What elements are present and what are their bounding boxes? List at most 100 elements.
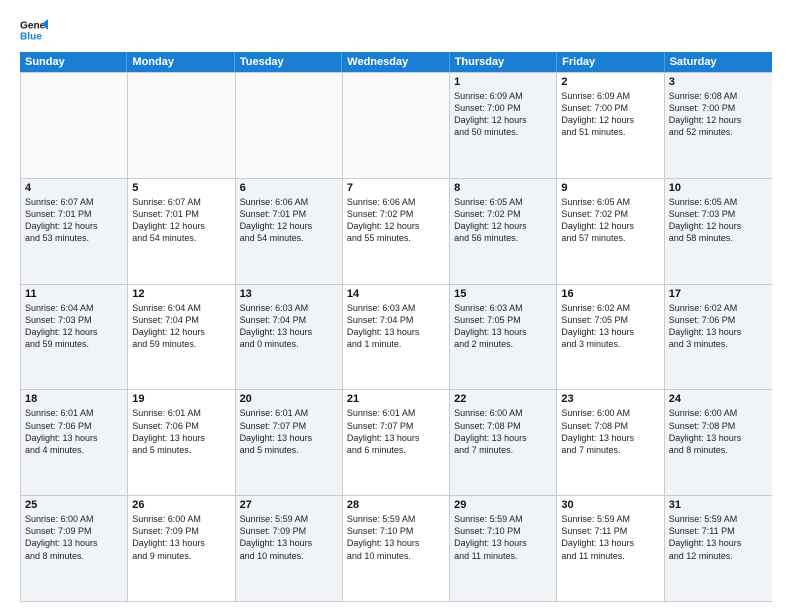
day-number: 15	[454, 288, 552, 300]
day-number: 28	[347, 499, 445, 511]
day-number: 24	[669, 393, 768, 405]
day-number: 6	[240, 182, 338, 194]
calendar-week-3: 11Sunrise: 6:04 AM Sunset: 7:03 PM Dayli…	[21, 284, 772, 390]
calendar-cell: 28 Sunrise: 5:59 AM Sunset: 7:10 PM Dayli…	[343, 496, 450, 601]
day-number: 10	[669, 182, 768, 194]
calendar-body: 1 Sunrise: 6:09 AM Sunset: 7:00 PM Daylig…	[20, 72, 772, 602]
calendar-cell: 27 Sunrise: 5:59 AM Sunset: 7:09 PM Dayli…	[236, 496, 343, 601]
calendar-week-2: 4 Sunrise: 6:07 AM Sunset: 7:01 PM Daylig…	[21, 178, 772, 284]
day-number: 2	[561, 76, 659, 88]
cell-info: Sunrise: 6:00 AM Sunset: 7:08 PM Dayligh…	[454, 407, 552, 456]
calendar-week-4: 18 Sunrise: 6:01 AM Sunset: 7:06 PM Dayli…	[21, 389, 772, 495]
day-number: 13	[240, 288, 338, 300]
logo-icon: General Blue	[20, 16, 48, 44]
cell-info: Sunrise: 6:06 AM Sunset: 7:02 PM Dayligh…	[347, 196, 445, 245]
day-number: 16	[561, 288, 659, 300]
logo: General Blue	[20, 16, 52, 44]
day-number: 3	[669, 76, 768, 88]
calendar-cell: 22 Sunrise: 6:00 AM Sunset: 7:08 PM Dayli…	[450, 390, 557, 495]
calendar-cell: 1Sunrise: 6:09 AM Sunset: 7:00 PM Daylig…	[450, 73, 557, 178]
calendar-cell: 16 Sunrise: 6:02 AM Sunset: 7:05 PM Dayli…	[557, 285, 664, 390]
cell-info: Sunrise: 6:00 AM Sunset: 7:09 PM Dayligh…	[25, 513, 123, 562]
calendar: SundayMondayTuesdayWednesdayThursdayFrid…	[20, 52, 772, 602]
cell-info: Sunrise: 6:00 AM Sunset: 7:08 PM Dayligh…	[669, 407, 768, 456]
cell-info: Sunrise: 6:04 AM Sunset: 7:04 PM Dayligh…	[132, 302, 230, 351]
day-number: 1	[454, 76, 552, 88]
day-number: 27	[240, 499, 338, 511]
cell-info: Sunrise: 6:04 AM Sunset: 7:03 PM Dayligh…	[25, 302, 123, 351]
cell-info: Sunrise: 5:59 AM Sunset: 7:11 PM Dayligh…	[561, 513, 659, 562]
cell-info: Sunrise: 6:02 AM Sunset: 7:05 PM Dayligh…	[561, 302, 659, 351]
cell-info: Sunrise: 6:03 AM Sunset: 7:04 PM Dayligh…	[347, 302, 445, 351]
calendar-cell: 24 Sunrise: 6:00 AM Sunset: 7:08 PM Dayli…	[665, 390, 772, 495]
calendar-cell	[236, 73, 343, 178]
cell-info: Sunrise: 5:59 AM Sunset: 7:09 PM Dayligh…	[240, 513, 338, 562]
calendar-cell: 15Sunrise: 6:03 AM Sunset: 7:05 PM Dayli…	[450, 285, 557, 390]
calendar-week-5: 25 Sunrise: 6:00 AM Sunset: 7:09 PM Dayli…	[21, 495, 772, 601]
calendar-cell	[128, 73, 235, 178]
cell-info: Sunrise: 6:05 AM Sunset: 7:02 PM Dayligh…	[561, 196, 659, 245]
day-number: 30	[561, 499, 659, 511]
header-day-tuesday: Tuesday	[235, 52, 342, 72]
day-number: 26	[132, 499, 230, 511]
cell-info: Sunrise: 6:01 AM Sunset: 7:07 PM Dayligh…	[347, 407, 445, 456]
cell-info: Sunrise: 6:07 AM Sunset: 7:01 PM Dayligh…	[132, 196, 230, 245]
calendar-cell: 30 Sunrise: 5:59 AM Sunset: 7:11 PM Dayli…	[557, 496, 664, 601]
day-number: 20	[240, 393, 338, 405]
calendar-cell: 21 Sunrise: 6:01 AM Sunset: 7:07 PM Dayli…	[343, 390, 450, 495]
cell-info: Sunrise: 6:08 AM Sunset: 7:00 PM Dayligh…	[669, 90, 768, 139]
cell-info: Sunrise: 5:59 AM Sunset: 7:11 PM Dayligh…	[669, 513, 768, 562]
calendar-cell: 19 Sunrise: 6:01 AM Sunset: 7:06 PM Dayli…	[128, 390, 235, 495]
cell-info: Sunrise: 6:05 AM Sunset: 7:03 PM Dayligh…	[669, 196, 768, 245]
cell-info: Sunrise: 6:01 AM Sunset: 7:06 PM Dayligh…	[132, 407, 230, 456]
calendar-cell	[21, 73, 128, 178]
cell-info: Sunrise: 6:01 AM Sunset: 7:06 PM Dayligh…	[25, 407, 123, 456]
header-day-monday: Monday	[127, 52, 234, 72]
header-day-thursday: Thursday	[450, 52, 557, 72]
day-number: 7	[347, 182, 445, 194]
calendar-cell	[343, 73, 450, 178]
cell-info: Sunrise: 6:00 AM Sunset: 7:09 PM Dayligh…	[132, 513, 230, 562]
header-day-sunday: Sunday	[20, 52, 127, 72]
day-number: 12	[132, 288, 230, 300]
day-number: 19	[132, 393, 230, 405]
calendar-cell: 9 Sunrise: 6:05 AM Sunset: 7:02 PM Daylig…	[557, 179, 664, 284]
page: General Blue SundayMondayTuesdayWednesda…	[0, 0, 792, 612]
day-number: 18	[25, 393, 123, 405]
calendar-header: SundayMondayTuesdayWednesdayThursdayFrid…	[20, 52, 772, 72]
cell-info: Sunrise: 6:09 AM Sunset: 7:00 PM Dayligh…	[561, 90, 659, 139]
header-day-saturday: Saturday	[665, 52, 772, 72]
day-number: 25	[25, 499, 123, 511]
calendar-cell: 10 Sunrise: 6:05 AM Sunset: 7:03 PM Dayli…	[665, 179, 772, 284]
header: General Blue	[20, 16, 772, 44]
day-number: 8	[454, 182, 552, 194]
calendar-cell: 26 Sunrise: 6:00 AM Sunset: 7:09 PM Dayli…	[128, 496, 235, 601]
cell-info: Sunrise: 6:03 AM Sunset: 7:04 PM Dayligh…	[240, 302, 338, 351]
calendar-cell: 6 Sunrise: 6:06 AM Sunset: 7:01 PM Daylig…	[236, 179, 343, 284]
calendar-week-1: 1 Sunrise: 6:09 AM Sunset: 7:00 PM Daylig…	[21, 72, 772, 178]
calendar-cell: 23Sunrise: 6:00 AM Sunset: 7:08 PM Dayli…	[557, 390, 664, 495]
cell-info: Sunrise: 5:59 AM Sunset: 7:10 PM Dayligh…	[454, 513, 552, 562]
header-day-wednesday: Wednesday	[342, 52, 449, 72]
cell-info: Sunrise: 5:59 AM Sunset: 7:10 PM Dayligh…	[347, 513, 445, 562]
day-number: 29	[454, 499, 552, 511]
day-number: 9	[561, 182, 659, 194]
cell-info: Sunrise: 6:01 AM Sunset: 7:07 PM Dayligh…	[240, 407, 338, 456]
calendar-cell: 20 Sunrise: 6:01 AM Sunset: 7:07 PM Dayli…	[236, 390, 343, 495]
calendar-cell: 7 Sunrise: 6:06 AM Sunset: 7:02 PM Daylig…	[343, 179, 450, 284]
calendar-cell: 3 Sunrise: 6:08 AM Sunset: 7:00 PM Daylig…	[665, 73, 772, 178]
cell-info: Sunrise: 6:06 AM Sunset: 7:01 PM Dayligh…	[240, 196, 338, 245]
cell-info: Sunrise: 6:05 AM Sunset: 7:02 PM Dayligh…	[454, 196, 552, 245]
calendar-cell: 13 Sunrise: 6:03 AM Sunset: 7:04 PM Dayli…	[236, 285, 343, 390]
day-number: 22	[454, 393, 552, 405]
day-number: 17	[669, 288, 768, 300]
calendar-cell: 25 Sunrise: 6:00 AM Sunset: 7:09 PM Dayli…	[21, 496, 128, 601]
calendar-cell: 8 Sunrise: 6:05 AM Sunset: 7:02 PM Daylig…	[450, 179, 557, 284]
calendar-cell: 4Sunrise: 6:07 AM Sunset: 7:01 PM Daylig…	[21, 179, 128, 284]
day-number: 21	[347, 393, 445, 405]
svg-text:Blue: Blue	[20, 31, 42, 42]
day-number: 4	[25, 182, 123, 194]
calendar-cell: 31Sunrise: 5:59 AM Sunset: 7:11 PM Dayli…	[665, 496, 772, 601]
calendar-cell: 17Sunrise: 6:02 AM Sunset: 7:06 PM Dayli…	[665, 285, 772, 390]
calendar-cell: 11Sunrise: 6:04 AM Sunset: 7:03 PM Dayli…	[21, 285, 128, 390]
